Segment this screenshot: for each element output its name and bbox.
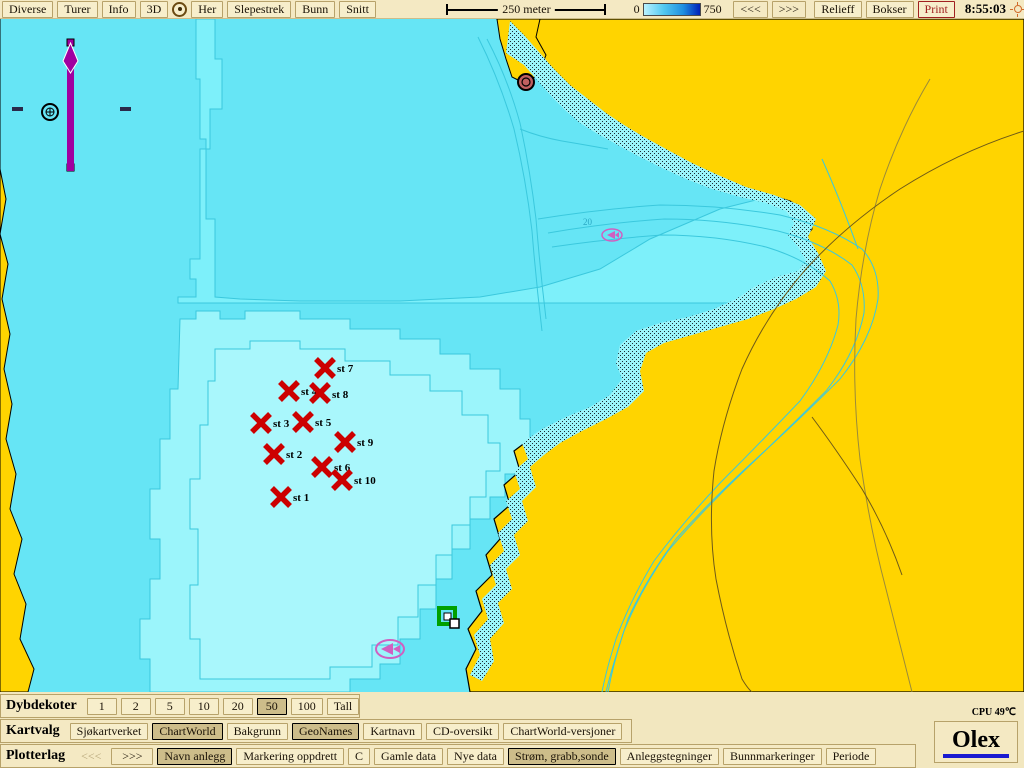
dybdekoter-option-1[interactable]: 1 bbox=[86, 698, 117, 715]
dybdekoter-title: Dybdekoter bbox=[6, 698, 77, 713]
plotterlag-next-button[interactable]: >>> bbox=[111, 747, 154, 765]
plotterlag-title: Plotterlag bbox=[6, 748, 66, 763]
toolbar-button-snitt[interactable]: Snitt bbox=[339, 0, 376, 18]
plotterlag-option-c[interactable]: C bbox=[348, 748, 371, 765]
plotterlag-option-markering-oppdrett[interactable]: Markering oppdrett bbox=[236, 748, 345, 765]
toolbar-button-bunn[interactable]: Bunn bbox=[295, 0, 336, 18]
plotterlag-option-str-m-grabb-sonde[interactable]: Strøm, grabb,sonde bbox=[508, 748, 616, 765]
dybdekoter-option-50[interactable]: 50 bbox=[256, 698, 287, 715]
dybdekoter-option-tall[interactable]: Tall bbox=[326, 698, 360, 715]
depth-value-label: 20 bbox=[583, 217, 593, 227]
olex-logo-underline bbox=[943, 753, 1009, 758]
scale-cap-right bbox=[604, 3, 607, 15]
dybdekoter-options: 1 2 5 10 20 50 100 Tall bbox=[85, 697, 362, 715]
station-label: st 5 bbox=[315, 417, 332, 429]
toolbar-button-slepestrek[interactable]: Slepestrek bbox=[227, 0, 292, 18]
waypoint-circle-icon-2[interactable] bbox=[517, 73, 535, 91]
print-button[interactable]: Print bbox=[917, 0, 955, 18]
dybdekoter-option-20[interactable]: 20 bbox=[222, 698, 253, 715]
station-label: st 10 bbox=[354, 475, 376, 487]
dybdekoter-toolbar: Dybdekoter 1 2 5 10 20 50 100 Tall bbox=[0, 694, 1024, 718]
sun-ray-n bbox=[1017, 13, 1019, 17]
top-toolbar: Diverse Turer Info 3D Her Slepestrek Bun… bbox=[0, 0, 1024, 19]
depth-legend-next-button[interactable]: >>> bbox=[771, 0, 807, 18]
station-label: st 1 bbox=[293, 492, 309, 504]
station-label: st 3 bbox=[273, 418, 290, 430]
olex-logo: Olex bbox=[934, 721, 1018, 763]
map-scale-bar: 250 meter bbox=[442, 1, 610, 18]
plotterlag-option-anleggstegninger[interactable]: Anleggstegninger bbox=[619, 748, 719, 765]
compass-glyph bbox=[172, 1, 188, 17]
olex-logo-text: Olex bbox=[952, 726, 1000, 753]
sun-ray-e bbox=[1017, 1, 1019, 5]
plotterlag-prev-button[interactable]: <<< bbox=[75, 748, 107, 765]
plotterlag-option-navn-anlegg[interactable]: Navn anlegg bbox=[157, 748, 233, 765]
kartvalg-toolbar: Kartvalg Sjøkartverket ChartWorld Bakgrunn… bbox=[0, 719, 1024, 743]
kartvalg-option-cd-oversikt[interactable]: CD-oversikt bbox=[425, 723, 500, 740]
dybdekoter-option-5[interactable]: 5 bbox=[154, 698, 185, 715]
station-label: st 9 bbox=[357, 437, 374, 449]
range-tick-right bbox=[120, 107, 131, 111]
plotterlag-options: Navn anlegg Markering oppdrett C Gamle data… bbox=[155, 747, 878, 765]
station-label: st 7 bbox=[337, 363, 354, 375]
depth-color-legend: 0 750 bbox=[634, 2, 722, 17]
kartvalg-option-geonames[interactable]: GeoNames bbox=[292, 723, 360, 740]
depth-legend-max: 750 bbox=[703, 1, 722, 16]
station-label: st 2 bbox=[286, 449, 303, 461]
dybdekoter-option-100[interactable]: 100 bbox=[290, 698, 323, 715]
kartvalg-options: Sjøkartverket ChartWorld Bakgrunn GeoNames K… bbox=[68, 722, 625, 740]
sun-ray-s bbox=[1010, 8, 1014, 10]
kartvalg-option-chartworld-versjoner[interactable]: ChartWorld-versjoner bbox=[503, 723, 623, 740]
kartvalg-option-chartworld[interactable]: ChartWorld bbox=[152, 723, 223, 740]
station-label: st 8 bbox=[332, 389, 349, 401]
scale-cap-left bbox=[446, 3, 449, 15]
toolbar-button-info[interactable]: Info bbox=[101, 0, 136, 18]
toolbar-button-3d[interactable]: 3D bbox=[139, 0, 169, 18]
plotterlag-toolbar: Plotterlag <<< >>> Navn anlegg Markering … bbox=[0, 744, 1024, 768]
sun-core bbox=[1013, 5, 1022, 13]
compass-icon[interactable] bbox=[172, 1, 188, 18]
scale-rule: 250 meter bbox=[446, 1, 607, 16]
olex-application-window: Diverse Turer Info 3D Her Slepestrek Bun… bbox=[0, 0, 1024, 768]
range-tick-left bbox=[12, 107, 23, 111]
clock-display: 8:55:03 bbox=[964, 1, 1007, 16]
scale-label: 250 meter bbox=[498, 1, 555, 16]
toolbar-button-turer[interactable]: Turer bbox=[57, 0, 98, 18]
plotterlag-option-gamle-data[interactable]: Gamle data bbox=[374, 748, 444, 765]
depth-legend-gradient bbox=[642, 2, 701, 16]
depth-legend-min: 0 bbox=[633, 1, 640, 16]
depth-legend-prev-button[interactable]: <<< bbox=[733, 0, 768, 18]
dybdekoter-option-2[interactable]: 2 bbox=[120, 698, 151, 715]
chart-svg: 20 st 7st 4 st 8st 3 st 5st 9st 2st 6st … bbox=[0, 19, 1024, 692]
kartvalg-title: Kartvalg bbox=[6, 723, 60, 738]
plotterlag-option-periode[interactable]: Periode bbox=[825, 748, 877, 765]
sun-icon[interactable] bbox=[1010, 1, 1024, 17]
plotterlag-option-bunnmarkeringer[interactable]: Bunnmarkeringer bbox=[722, 748, 822, 765]
dybdekoter-option-10[interactable]: 10 bbox=[188, 698, 219, 715]
toolbar-button-her[interactable]: Her bbox=[191, 0, 224, 18]
plotterlag-option-nye-data[interactable]: Nye data bbox=[447, 748, 505, 765]
toolbar-button-relieff[interactable]: Relieff bbox=[814, 0, 862, 18]
toolbar-button-bokser[interactable]: Bokser bbox=[865, 0, 914, 18]
toolbar-button-diverse[interactable]: Diverse bbox=[2, 0, 54, 18]
kartvalg-option-kartnavn[interactable]: Kartnavn bbox=[363, 723, 422, 740]
kartvalg-option-bakgrunn[interactable]: Bakgrunn bbox=[226, 723, 288, 740]
nautical-chart-map[interactable]: 20 st 7 st 4 st 8 st 3 st 5 st 9 st 2 st… bbox=[0, 19, 1024, 692]
cpu-temperature-status: CPU 49℃ bbox=[971, 707, 1016, 718]
kartvalg-option-sj-kartverket[interactable]: Sjøkartverket bbox=[69, 723, 149, 740]
